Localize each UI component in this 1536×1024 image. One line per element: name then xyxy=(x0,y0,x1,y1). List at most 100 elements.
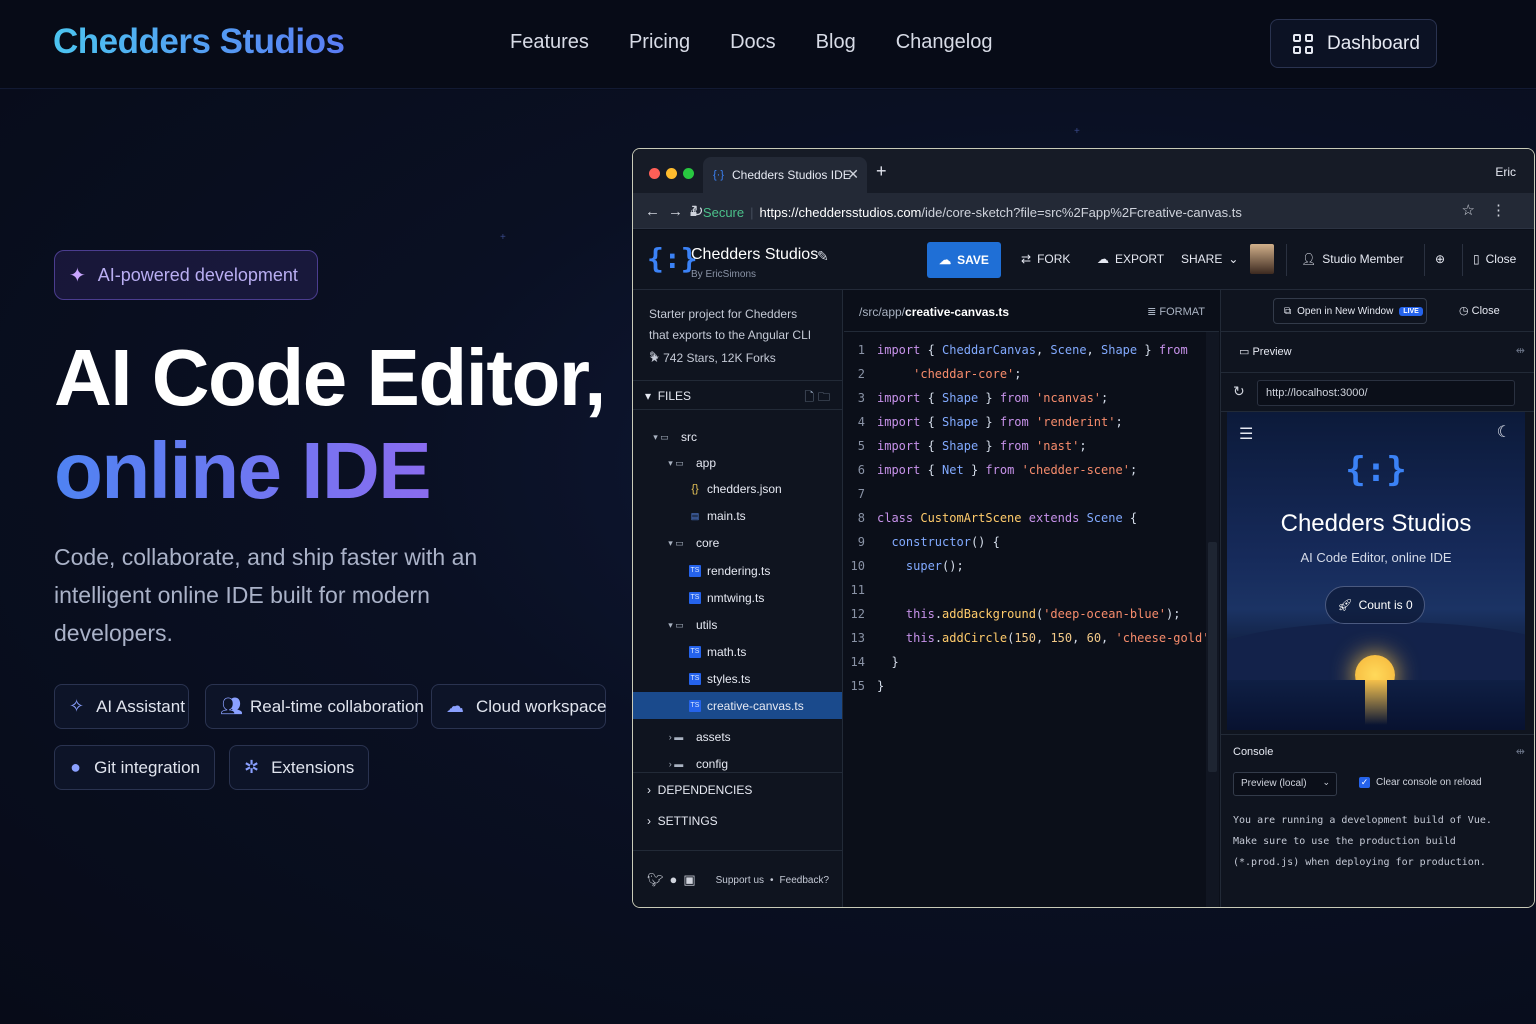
share-dropdown[interactable]: SHARE ⌄ xyxy=(1181,252,1238,266)
file-item[interactable]: TS nmtwing.ts xyxy=(633,584,842,611)
social-icons[interactable]: 🐦︎●▣ xyxy=(647,872,702,888)
code-line[interactable]: 3 import { Shape } from 'ncanvas'; xyxy=(844,386,1219,410)
brand-logo[interactable]: Chedders Studios xyxy=(53,22,345,62)
file-item[interactable]: TS math.ts xyxy=(633,638,842,665)
nav-link-changelog[interactable]: Changelog xyxy=(896,31,993,54)
stars-text: 742 Stars, 12K Forks xyxy=(663,351,776,365)
folder-item[interactable]: ▾ ▭ utils xyxy=(633,611,842,638)
code-line[interactable]: 6 import { Net } from 'chedder-scene'; xyxy=(844,458,1219,482)
browser-tab[interactable]: {·} Chedders Studios IDE ✕ xyxy=(703,157,867,193)
file-item[interactable]: TS rendering.ts xyxy=(633,557,842,584)
count-button[interactable]: 🚀︎ Count is 0 xyxy=(1325,586,1425,624)
close-window-dot[interactable] xyxy=(649,168,660,179)
code-token: , xyxy=(1101,631,1116,645)
editor-scrollbar[interactable] xyxy=(1206,332,1219,907)
chip-git-integration[interactable]: ● Git integration xyxy=(54,745,215,790)
new-file-folder-icons[interactable]: 🗋🗀 xyxy=(804,388,834,409)
code-token: import xyxy=(877,415,921,429)
preview-url-input[interactable]: http://localhost:3000/ xyxy=(1257,380,1515,406)
file-item[interactable]: TS styles.ts xyxy=(633,665,842,692)
github-icon: ● xyxy=(70,757,82,777)
feedback-link[interactable]: Feedback? xyxy=(780,875,829,886)
open-new-window-button[interactable]: ⧉ Open in New Window LIVE xyxy=(1273,298,1427,324)
code-lines[interactable]: 1 import { CheddarCanvas, Scene, Shape } … xyxy=(844,338,1219,698)
avatar[interactable] xyxy=(1250,244,1274,274)
nav-link-features[interactable]: Features xyxy=(510,31,589,54)
tree-item-label: chedders.json xyxy=(707,481,782,496)
file-item[interactable]: {} chedders.json xyxy=(633,475,842,502)
code-line[interactable]: 14 } xyxy=(844,650,1219,674)
code-line[interactable]: 5 import { Shape } from 'nast'; xyxy=(844,434,1219,458)
code-line[interactable]: 15} xyxy=(844,674,1219,698)
format-button[interactable]: ≣ FORMAT xyxy=(1147,305,1205,318)
chip-ai-assistant[interactable]: ✧ AI Assistant xyxy=(54,684,189,729)
code-line[interactable]: 8 class CustomArtScene extends Scene { xyxy=(844,506,1219,530)
close-ide-button[interactable]: ▯ Close xyxy=(1473,252,1516,266)
checkbox-checked[interactable]: ✓ xyxy=(1359,777,1370,788)
ts-file-icon: TS xyxy=(689,672,701,685)
close-preview-button[interactable]: ◷ Close xyxy=(1459,304,1500,317)
studio-member-button[interactable]: 👤︎ Studio Member xyxy=(1301,252,1404,266)
code-line[interactable]: 7 xyxy=(844,482,1219,506)
minimize-window-dot[interactable] xyxy=(666,168,677,179)
code-line[interactable]: 12 this. addBackground('deep-ocean-blue')… xyxy=(844,602,1219,626)
hamburger-menu-icon[interactable]: ☰ xyxy=(1239,424,1253,444)
globe-button[interactable]: ⊕ xyxy=(1435,252,1445,266)
live-badge: LIVE xyxy=(1399,306,1423,316)
support-link[interactable]: Support us xyxy=(716,875,764,886)
chip-cloud-workspace[interactable]: ☁ Cloud workspace xyxy=(431,684,606,729)
nav-link-blog[interactable]: Blog xyxy=(816,31,856,54)
line-number: 2 xyxy=(857,367,865,381)
save-button[interactable]: ☁ SAVE xyxy=(927,242,1001,278)
close-tab-icon[interactable]: ✕ xyxy=(847,166,859,183)
puzzle-icon: ✲ xyxy=(244,757,260,777)
code-line[interactable]: 4 import { Shape } from 'renderint'; xyxy=(844,410,1219,434)
hero-subtitle: Code, collaborate, and ship faster with … xyxy=(54,544,478,646)
code-line[interactable]: 2 'cheddar-core'; xyxy=(844,362,1219,386)
browser-user[interactable]: Eric xyxy=(1495,165,1516,179)
export-button[interactable]: ☁ EXPORT xyxy=(1097,252,1164,266)
console-header: Console ⇹ xyxy=(1221,734,1534,768)
settings-section[interactable]: › SETTINGS xyxy=(633,804,842,836)
code-token: . xyxy=(934,631,943,645)
chip-extensions[interactable]: ✲ Extensions xyxy=(229,745,369,790)
scroll-thumb[interactable] xyxy=(1208,542,1217,772)
clear-console-checkbox[interactable]: ✓ Clear console on reload xyxy=(1359,777,1482,788)
new-tab-icon[interactable]: + xyxy=(876,161,887,182)
folder-item[interactable]: ▾ ▭ src xyxy=(633,423,842,450)
folder-item[interactable]: ▾ ▭ core xyxy=(633,529,842,556)
code-line[interactable]: 1 import { CheddarCanvas, Scene, Shape } … xyxy=(844,338,1219,362)
folder-item[interactable]: ▾ ▭ app xyxy=(633,449,842,476)
nav-link-pricing[interactable]: Pricing xyxy=(629,31,690,54)
count-label: Count is 0 xyxy=(1358,598,1413,612)
fork-button[interactable]: ⇄ FORK xyxy=(1021,252,1070,266)
dependencies-section[interactable]: › DEPENDENCIES xyxy=(633,772,842,804)
refresh-icon[interactable]: ↻ xyxy=(1233,383,1245,400)
console-source-select[interactable]: Preview (local) ⌄ xyxy=(1233,772,1337,796)
code-token: super xyxy=(905,559,943,573)
address-field[interactable]: 🔒︎ Secure | https://cheddersstudios.com/… xyxy=(690,201,1498,223)
dark-mode-moon-icon[interactable]: ☾ xyxy=(1497,422,1511,442)
maximize-window-dot[interactable] xyxy=(683,168,694,179)
file-item[interactable]: ▤ main.ts xyxy=(633,502,842,529)
console-output: You are running a development build of V… xyxy=(1233,810,1529,873)
code-editor[interactable]: /src/app/creative-canvas.ts ≣ FORMAT 1 im… xyxy=(844,290,1219,907)
code-line[interactable]: 10 super (); xyxy=(844,554,1219,578)
file-item[interactable]: TS creative-canvas.ts xyxy=(633,692,842,719)
line-number: 13 xyxy=(850,631,865,645)
nav-link-docs[interactable]: Docs xyxy=(730,31,776,54)
browser-actions[interactable]: ☆⋮ xyxy=(1462,201,1522,219)
collapse-icon[interactable]: ⇹ xyxy=(1516,344,1525,357)
shuffle-icon: ⇄ xyxy=(1021,252,1032,266)
chip-collaboration[interactable]: 👥︎ Real-time collaboration xyxy=(205,684,424,729)
code-line[interactable]: 9 constructor() { xyxy=(844,530,1219,554)
code-line[interactable]: 13 this. addCircle(150, 150, 60, 'cheese-… xyxy=(844,626,1219,650)
edit-pencil-icon[interactable]: ✎ xyxy=(817,248,829,265)
folder-item[interactable]: › ▬ assets xyxy=(633,723,842,750)
chip-label: Extensions xyxy=(271,757,355,777)
dashboard-button[interactable]: Dashboard xyxy=(1270,19,1437,68)
chevron-down-icon: ⌄ xyxy=(1322,777,1330,787)
files-section-header[interactable]: ▾ FILES 🗋🗀 xyxy=(633,380,842,410)
code-line[interactable]: 11 xyxy=(844,578,1219,602)
collapse-icon[interactable]: ⇹ xyxy=(1516,745,1525,758)
